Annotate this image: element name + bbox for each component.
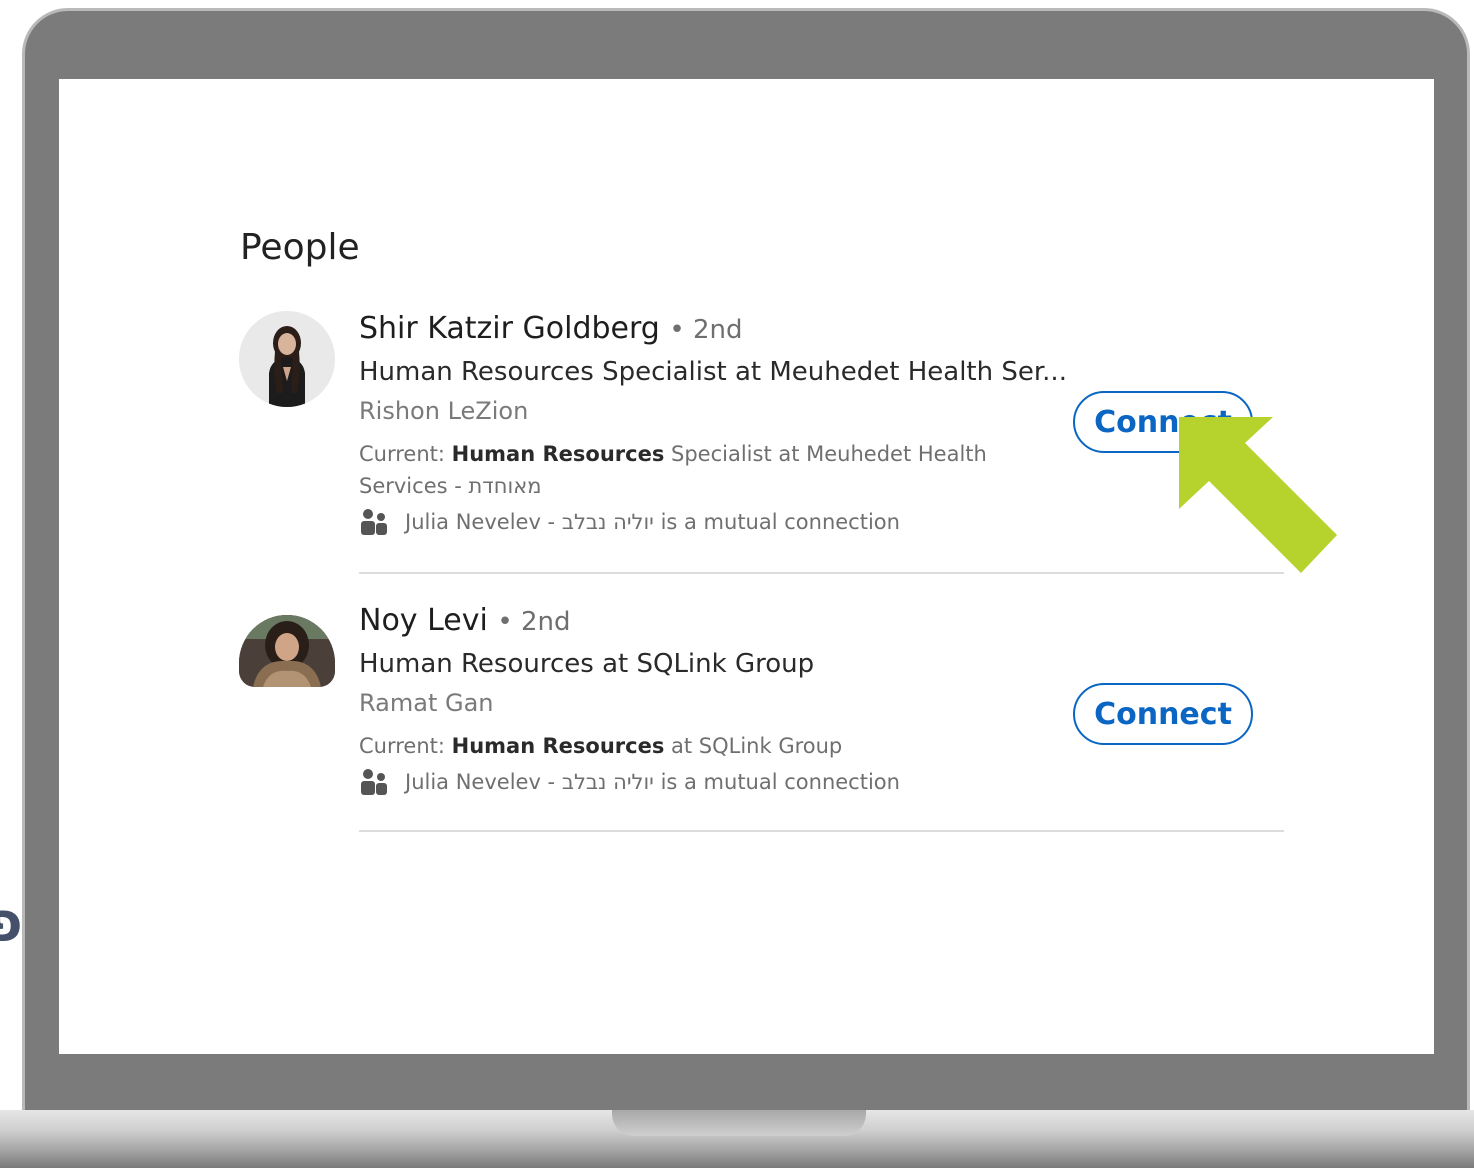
laptop-screen: People Shir Katzir Goldberg • 2nd Human …	[59, 79, 1434, 1054]
current-rest: at SQLink Group	[671, 734, 843, 758]
person-headline: Human Resources Specialist at Meuhedet H…	[359, 357, 1067, 387]
current-label: Current:	[359, 442, 445, 466]
laptop-notch	[612, 1110, 866, 1136]
connection-degree: • 2nd	[497, 607, 571, 637]
mutual-connection-text: Julia Nevelev - יוליה נבלב is a mutual c…	[405, 510, 900, 534]
mutual-connection[interactable]: Julia Nevelev - יוליה נבלב is a mutual c…	[359, 768, 1059, 796]
avatar[interactable]	[239, 615, 335, 687]
connection-degree: • 2nd	[669, 315, 743, 345]
mutual-connection[interactable]: Julia Nevelev - יוליה נבלב is a mutual c…	[359, 508, 1059, 536]
divider	[359, 572, 1284, 574]
avatar[interactable]	[239, 311, 335, 407]
avatar-photo	[239, 615, 335, 687]
arrow-icon	[1179, 417, 1337, 573]
edge-glyph: פ	[0, 890, 23, 955]
person-name-line: Noy Levi • 2nd	[359, 603, 1059, 640]
person-result: Shir Katzir Goldberg • 2nd Human Resourc…	[239, 311, 1284, 574]
divider	[359, 830, 1284, 832]
people-icon	[361, 509, 387, 535]
person-result: Noy Levi • 2nd Human Resources at SQLink…	[239, 603, 1284, 832]
person-headline: Human Resources at SQLink Group	[359, 649, 815, 679]
current-highlight: Human Resources	[451, 734, 665, 758]
current-highlight: Human Resources	[451, 442, 665, 466]
person-info: Noy Levi • 2nd Human Resources at SQLink…	[359, 603, 1059, 796]
connect-button[interactable]: Connect	[1073, 683, 1253, 745]
person-info: Shir Katzir Goldberg • 2nd Human Resourc…	[359, 311, 1067, 536]
person-location: Rishon LeZion	[359, 397, 529, 425]
current-position: Current: Human Resources Specialist at M…	[359, 438, 1019, 502]
people-icon	[361, 769, 387, 795]
person-name[interactable]: Shir Katzir Goldberg	[359, 311, 660, 346]
laptop-mockup: פ People Shir Katzir Goldberg • 2nd Huma…	[0, 0, 1474, 1168]
mutual-connection-text: Julia Nevelev - יוליה נבלב is a mutual c…	[405, 770, 900, 794]
current-label: Current:	[359, 734, 445, 758]
current-position: Current: Human Resources at SQLink Group	[359, 730, 1019, 762]
person-name-line: Shir Katzir Goldberg • 2nd	[359, 311, 1059, 348]
person-name[interactable]: Noy Levi	[359, 603, 488, 638]
section-title: People	[240, 227, 360, 268]
person-location: Ramat Gan	[359, 689, 494, 717]
avatar-photo	[239, 311, 335, 407]
